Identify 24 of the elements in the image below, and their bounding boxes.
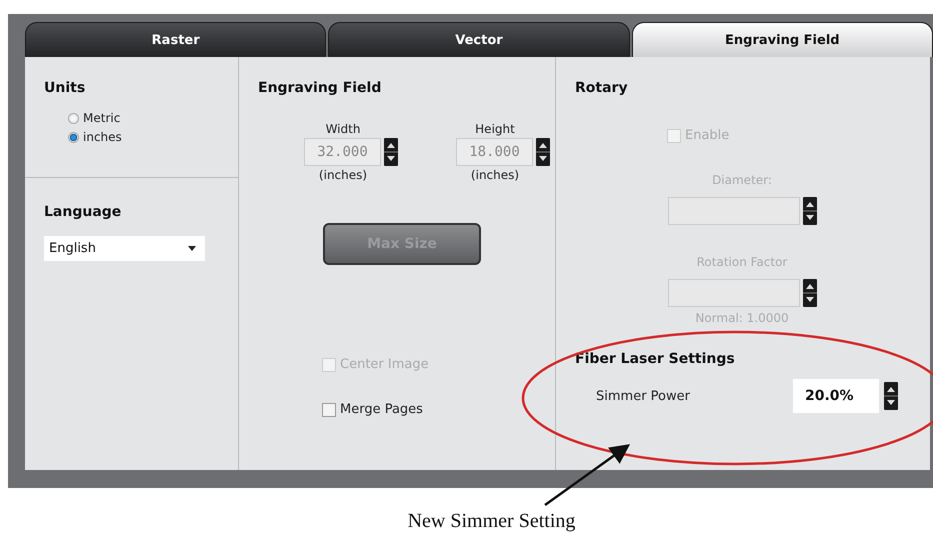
- tab[interactable]: Vector: [328, 22, 630, 57]
- radio-label: Metric: [83, 111, 120, 125]
- section-title: Units: [44, 80, 86, 96]
- hint-text: Normal: 1.0000: [695, 311, 789, 325]
- field-label: Simmer Power: [596, 388, 690, 404]
- number-field[interactable]: 20.0%: [793, 379, 879, 413]
- checkbox-label: Enable: [685, 128, 730, 143]
- tab[interactable]: Raster: [25, 22, 326, 57]
- section-title: Rotary: [575, 80, 629, 96]
- section-title: Fiber Laser Settings: [575, 351, 736, 367]
- language-dropdown[interactable]: English: [44, 236, 205, 261]
- checkbox-label: Merge Pages: [340, 402, 423, 417]
- tab[interactable]: Engraving Field: [632, 22, 933, 57]
- section-title: Engraving Field: [258, 80, 382, 96]
- field-label: Rotation Factor: [696, 255, 788, 269]
- radio-label: inches: [83, 130, 122, 144]
- field-label: Height: [475, 122, 515, 136]
- unit-label: (inches): [318, 168, 368, 182]
- annotation-text: New Simmer Setting: [408, 510, 576, 533]
- checkbox-label: Center Image: [340, 357, 429, 372]
- section-title: Language: [44, 204, 122, 220]
- unit-label: (inches): [470, 168, 520, 182]
- field-label: Width: [326, 122, 360, 136]
- field-label: Diameter:: [712, 173, 772, 187]
